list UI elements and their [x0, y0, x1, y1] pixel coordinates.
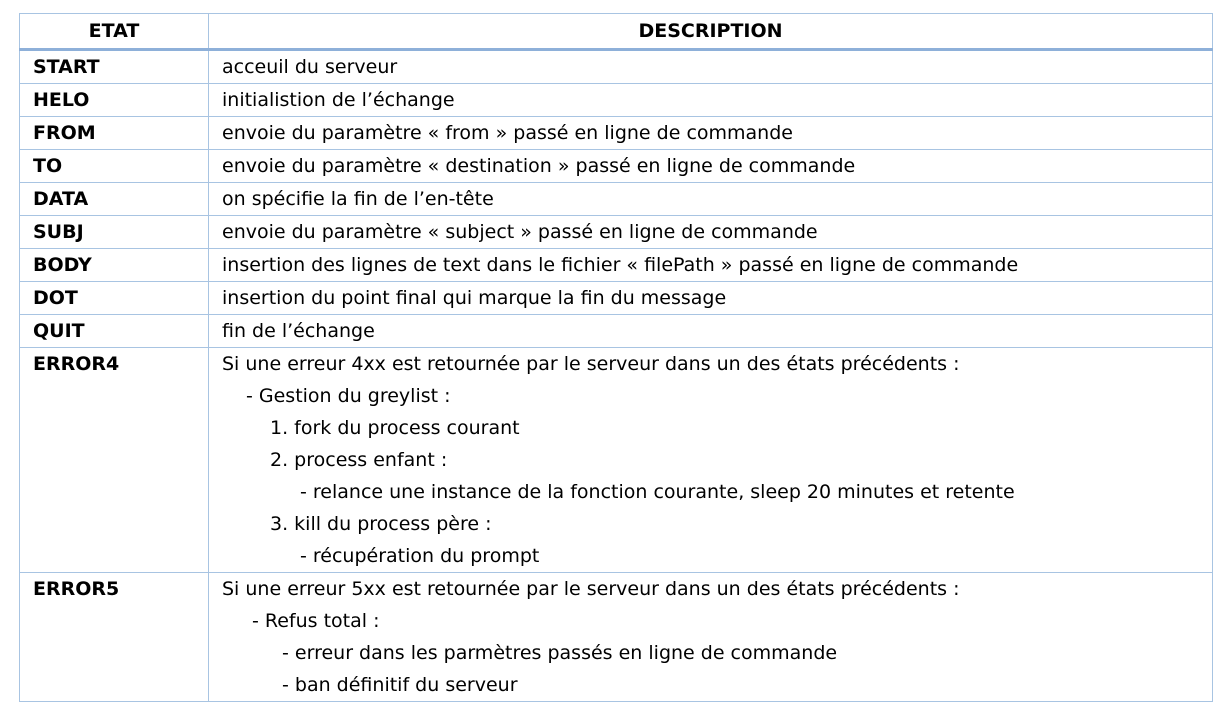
description-line: - erreur dans les parmètres passés en li… [282, 642, 838, 664]
description-line: 3. kill du process père : [270, 513, 492, 535]
header-row: ETAT DESCRIPTION [19, 13, 1213, 51]
state-table: ETAT DESCRIPTION START acceuil du serveu… [19, 13, 1213, 702]
table-header: ETAT DESCRIPTION [19, 13, 1213, 51]
table-row-error5: ERROR5 Si une erreur 5xx est retournée p… [19, 572, 1213, 702]
state-cell: FROM [19, 116, 209, 150]
description-cell: acceuil du serveur [208, 49, 1213, 84]
description-cell: on spécifie la fin de l’en-tête [208, 182, 1213, 216]
description-line: - Gestion du greylist : [246, 385, 451, 407]
table-row: QUIT fin de l’échange [19, 314, 1213, 348]
state-cell: DOT [19, 281, 209, 315]
state-cell: BODY [19, 248, 209, 282]
table-row: DOT insertion du point final qui marque … [19, 281, 1213, 315]
state-cell: TO [19, 149, 209, 183]
table-row: BODY insertion des lignes de text dans l… [19, 248, 1213, 282]
description-line: - relance une instance de la fonction co… [300, 481, 1015, 503]
description-cell: Si une erreur 4xx est retournée par le s… [208, 347, 1213, 573]
description-line: Si une erreur 5xx est retournée par le s… [222, 578, 960, 600]
description-line: Si une erreur 4xx est retournée par le s… [222, 353, 960, 375]
header-state: ETAT [19, 13, 209, 51]
description-line: - récupération du prompt [300, 545, 540, 567]
description-line: - Refus total : [252, 610, 380, 632]
description-cell: envoie du paramètre « destination » pass… [208, 149, 1213, 183]
state-cell: QUIT [19, 314, 209, 348]
description-cell: envoie du paramètre « subject » passé en… [208, 215, 1213, 249]
state-cell: DATA [19, 182, 209, 216]
state-cell: ERROR4 [19, 347, 209, 573]
table-row: DATA on spécifie la fin de l’en-tête [19, 182, 1213, 216]
table-body: START acceuil du serveur HELO initialist… [19, 49, 1213, 702]
state-cell: START [19, 49, 209, 84]
description-line: 1. fork du process courant [270, 417, 520, 439]
description-cell: envoie du paramètre « from » passé en li… [208, 116, 1213, 150]
table-row: START acceuil du serveur [19, 49, 1213, 84]
table-row: FROM envoie du paramètre « from » passé … [19, 116, 1213, 150]
table-row: TO envoie du paramètre « destination » p… [19, 149, 1213, 183]
description-cell: insertion des lignes de text dans le fic… [208, 248, 1213, 282]
description-cell: Si une erreur 5xx est retournée par le s… [208, 572, 1213, 702]
state-cell: HELO [19, 83, 209, 117]
table-row: HELO initialistion de l’échange [19, 83, 1213, 117]
description-line: - ban définitif du serveur [282, 674, 518, 696]
description-cell: fin de l’échange [208, 314, 1213, 348]
state-cell: SUBJ [19, 215, 209, 249]
state-cell: ERROR5 [19, 572, 209, 702]
header-description: DESCRIPTION [208, 13, 1213, 51]
description-line: 2. process enfant : [270, 449, 448, 471]
table-row: SUBJ envoie du paramètre « subject » pas… [19, 215, 1213, 249]
table-row-error4: ERROR4 Si une erreur 4xx est retournée p… [19, 347, 1213, 573]
description-cell: insertion du point final qui marque la f… [208, 281, 1213, 315]
description-cell: initialistion de l’échange [208, 83, 1213, 117]
